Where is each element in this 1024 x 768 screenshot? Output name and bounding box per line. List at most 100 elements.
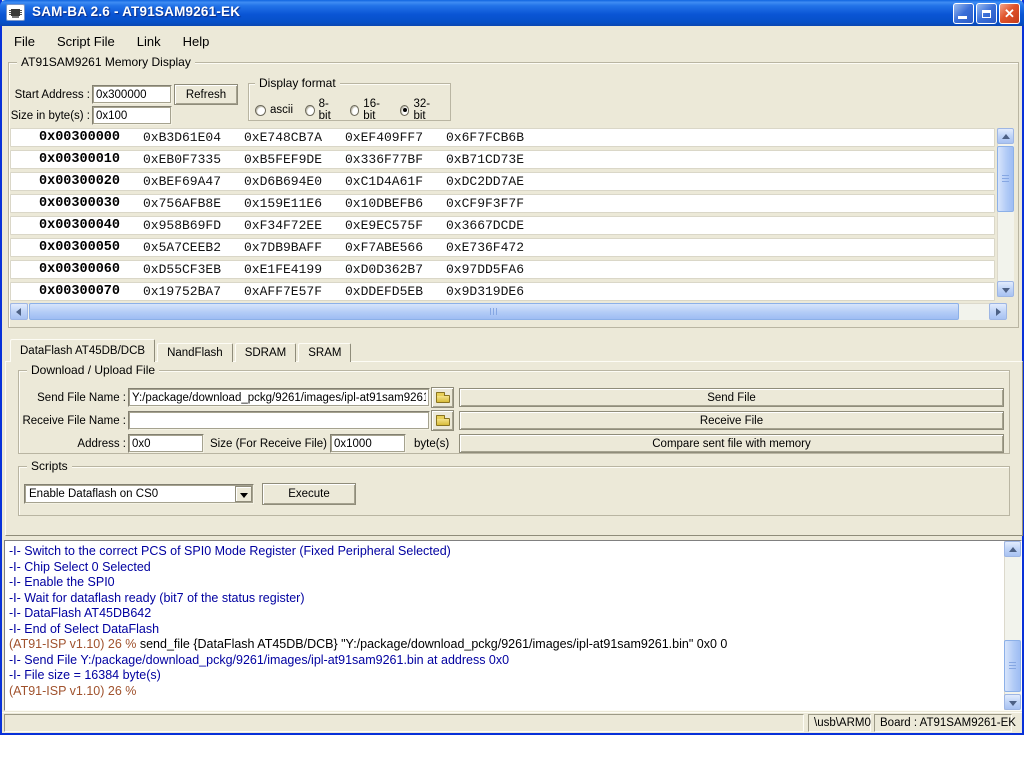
radio-ascii[interactable]: ascii (255, 104, 293, 116)
tab-sram[interactable]: SRAM (298, 343, 351, 362)
memory-value: 0x97DD5FA6 (446, 262, 524, 277)
memory-value: 0xB5FEF9DE (244, 152, 322, 167)
tab-nandflash[interactable]: NandFlash (157, 343, 233, 362)
radio-16-bit[interactable]: 16-bit (350, 98, 388, 122)
memory-value: 0x958B69FD (143, 218, 221, 233)
memory-vscroll-thumb[interactable] (997, 146, 1014, 212)
arrow-up-icon (1009, 547, 1017, 552)
memory-value: 0xDDEFD5EB (345, 284, 423, 299)
memory-row[interactable]: 0x003000100xEB0F73350xB5FEF9DE0x336F77BF… (10, 150, 995, 169)
memory-display-group-title: AT91SAM9261 Memory Display (17, 55, 195, 69)
memory-value: 0xD0D362B7 (345, 262, 423, 277)
execute-button[interactable]: Execute (262, 483, 356, 505)
scripts-group-title: Scripts (27, 459, 72, 473)
radio-icon (350, 105, 360, 116)
memory-scroll-down-button[interactable] (997, 281, 1014, 297)
memory-value: 0x336F77BF (345, 152, 423, 167)
receive-file-button[interactable]: Receive File (459, 411, 1004, 430)
script-select-value: Enable Dataflash on CS0 (29, 488, 158, 500)
radio-label: 16-bit (363, 98, 388, 122)
app-icon (6, 4, 25, 21)
log-line: (AT91-ISP v1.10) 26 % send_file {DataFla… (5, 637, 1021, 653)
memory-row[interactable]: 0x003000300x756AFB8E0x159E11E60x10DBEFB6… (10, 194, 995, 213)
size-in-bytes-input[interactable] (92, 106, 172, 125)
log-scroll-down-button[interactable] (1004, 694, 1021, 710)
script-select-dropdown-button[interactable] (235, 486, 252, 502)
memory-row[interactable]: 0x003000400x958B69FD0xF34F72EE0xE9EC575F… (10, 216, 995, 235)
menu-link[interactable]: Link (137, 34, 161, 49)
log-line: -I- DataFlash AT45DB642 (5, 606, 1021, 622)
display-format-options: ascii 8-bit 16-bit 32-bit (255, 98, 450, 122)
menu-file[interactable]: File (14, 34, 35, 49)
minimize-button[interactable] (953, 3, 974, 24)
title-bar[interactable]: SAM-BA 2.6 - AT91SAM9261-EK ✕ (0, 0, 1024, 26)
arrow-down-icon (1002, 288, 1010, 293)
radio-32-bit[interactable]: 32-bit (400, 98, 438, 122)
tab-sdram[interactable]: SDRAM (235, 343, 297, 362)
memory-row[interactable]: 0x003000700x19752BA70xAFF7E57F0xDDEFD5EB… (10, 282, 995, 301)
memory-value: 0x756AFB8E (143, 196, 221, 211)
memory-value: 0x10DBEFB6 (345, 196, 423, 211)
screen: SAM-BA 2.6 - AT91SAM9261-EK ✕ File Script… (0, 0, 1024, 768)
arrow-up-icon (1002, 134, 1010, 139)
log-area: -I- Switch to the correct PCS of SPI0 Mo… (4, 540, 1022, 711)
log-line: -I- Send File Y:/package/download_pckg/9… (5, 653, 1021, 669)
tab-dataflash-at45db-dcb[interactable]: DataFlash AT45DB/DCB (10, 339, 155, 362)
receive-file-name-input[interactable] (128, 411, 430, 430)
memory-value: 0x3667DCDE (446, 218, 524, 233)
arrow-right-icon (996, 308, 1001, 316)
script-select[interactable]: Enable Dataflash on CS0 (24, 484, 254, 504)
receive-file-name-label: Receive File Name : (22, 415, 126, 427)
log-scroll-up-button[interactable] (1004, 541, 1021, 557)
memory-row[interactable]: 0x003000600xD55CF3EB0xE1FE41990xD0D362B7… (10, 260, 995, 279)
memory-value: 0xB3D61E04 (143, 130, 221, 145)
memory-address: 0x00300010 (39, 152, 149, 167)
memory-row[interactable]: 0x003000200xBEF69A470xD6B694E00xC1D4A61F… (10, 172, 995, 191)
memory-scroll-up-button[interactable] (997, 128, 1014, 144)
refresh-button[interactable]: Refresh (174, 84, 238, 105)
radio-icon (305, 105, 315, 116)
memory-row[interactable]: 0x003000000xB3D61E040xE748CB7A0xEF409FF7… (10, 128, 995, 147)
receive-size-input[interactable] (330, 434, 406, 453)
memory-hscroll-thumb[interactable] (29, 303, 959, 320)
compare-button[interactable]: Compare sent file with memory (459, 434, 1004, 453)
chevron-down-icon (240, 493, 248, 498)
memory-scroll-right-button[interactable] (989, 303, 1007, 320)
memory-value: 0x159E11E6 (244, 196, 322, 211)
send-file-name-input[interactable] (128, 388, 430, 407)
memory-address: 0x00300020 (39, 174, 149, 189)
address-label: Address : (22, 438, 126, 450)
browse-receive-file-button[interactable] (431, 410, 454, 431)
log-vscroll-thumb[interactable] (1004, 640, 1021, 692)
memory-value: 0xE9EC575F (345, 218, 423, 233)
browse-send-file-button[interactable] (431, 387, 454, 408)
memory-value: 0xC1D4A61F (345, 174, 423, 189)
size-in-bytes-label: Size in byte(s) : (8, 110, 90, 122)
memory-value: 0xBEF69A47 (143, 174, 221, 189)
close-button[interactable]: ✕ (999, 3, 1020, 24)
log-line: -I- End of Select DataFlash (5, 622, 1021, 638)
arrow-down-icon (1009, 701, 1017, 706)
memory-scroll-left-button[interactable] (10, 303, 28, 320)
memory-value: 0xCF9F3F7F (446, 196, 524, 211)
menu-script-file[interactable]: Script File (57, 34, 115, 49)
memory-value: 0xEF409FF7 (345, 130, 423, 145)
memory-value: 0xF34F72EE (244, 218, 322, 233)
menu-help[interactable]: Help (183, 34, 210, 49)
address-input[interactable] (128, 434, 204, 453)
memory-value: 0xE748CB7A (244, 130, 322, 145)
restore-button[interactable] (976, 3, 997, 24)
memory-address: 0x00300060 (39, 262, 149, 277)
memory-row[interactable]: 0x003000500x5A7CEEB20x7DB9BAFF0xF7ABE566… (10, 238, 995, 257)
status-bar: \usb\ARM0 Board : AT91SAM9261-EK (2, 712, 1022, 733)
send-file-button[interactable]: Send File (459, 388, 1004, 407)
memory-value: 0xE736F472 (446, 240, 524, 255)
memory-value: 0x5A7CEEB2 (143, 240, 221, 255)
radio-label: 32-bit (413, 98, 438, 122)
radio-8-bit[interactable]: 8-bit (305, 98, 338, 122)
radio-label: 8-bit (319, 98, 338, 122)
arrow-left-icon (16, 308, 21, 316)
close-icon: ✕ (1004, 6, 1015, 21)
start-address-input[interactable] (92, 85, 172, 104)
send-file-name-label: Send File Name : (22, 392, 126, 404)
